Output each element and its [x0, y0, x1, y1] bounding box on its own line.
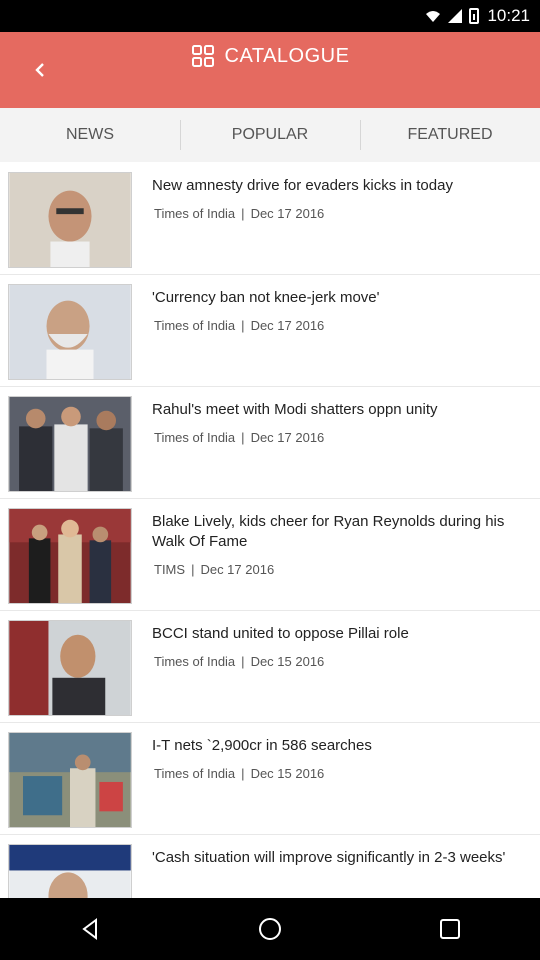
meta-separator: | [241, 654, 245, 669]
article-list[interactable]: New amnesty drive for evaders kicks in t… [0, 162, 540, 898]
article-date: Dec 17 2016 [200, 562, 275, 577]
article-headline: Blake Lively, kids cheer for Ryan Reynol… [152, 513, 505, 550]
article-headline: BCCI stand united to oppose Pillai role [152, 625, 409, 642]
grid-icon [191, 45, 214, 67]
title-wrap: CATALOGUE [0, 44, 540, 68]
article-thumbnail [8, 396, 132, 492]
tab-bar: NEWS POPULAR FEATURED [0, 108, 540, 162]
wifi-icon [426, 11, 441, 22]
article-date: Dec 17 2016 [250, 318, 325, 333]
article-source: TIMS [154, 562, 186, 577]
article-thumbnail [8, 284, 132, 380]
article-date: Dec 15 2016 [250, 654, 325, 669]
app-header: CATALOGUE [0, 32, 540, 108]
nav-recents-button[interactable] [430, 909, 470, 949]
meta-separator: | [241, 430, 245, 445]
article-date: Dec 17 2016 [250, 206, 325, 221]
meta-separator: | [241, 318, 245, 333]
page-title: CATALOGUE [224, 44, 350, 67]
article-source: Times of India [154, 430, 236, 445]
meta-separator: | [241, 206, 245, 221]
article-thumbnail [8, 620, 132, 716]
tab-news[interactable]: NEWS [0, 108, 180, 162]
article-meta: Times of India | Dec 17 2016 [154, 430, 324, 445]
tab-featured[interactable]: FEATURED [360, 108, 540, 162]
tab-popular[interactable]: POPULAR [180, 108, 360, 162]
status-icons [425, 8, 480, 24]
nav-recents-icon [440, 919, 460, 939]
meta-separator: | [241, 766, 245, 781]
article-headline: I-T nets `2,900cr in 586 searches [152, 737, 372, 754]
article-headline: New amnesty drive for evaders kicks in t… [152, 177, 453, 194]
article-date: Dec 15 2016 [250, 766, 325, 781]
article-meta: TIMS | Dec 17 2016 [154, 562, 274, 577]
article-meta: Times of India | Dec 15 2016 [154, 654, 324, 669]
article-meta: Times of India | Dec 15 2016 [154, 766, 324, 781]
article-thumbnail [8, 732, 132, 828]
article-thumbnail [8, 844, 132, 898]
nav-back-icon [82, 918, 97, 940]
article-headline: 'Cash situation will improve significant… [152, 849, 506, 866]
meta-separator: | [191, 562, 195, 577]
article-meta: Times of India | Dec 17 2016 [154, 318, 324, 333]
article-date: Dec 17 2016 [250, 430, 325, 445]
article-thumbnail [8, 172, 132, 268]
system-nav-bar [0, 898, 540, 960]
list-item[interactable]: Blake Lively, kids cheer for Ryan Reynol… [0, 498, 540, 610]
article-headline: Rahul's meet with Modi shatters oppn uni… [152, 401, 438, 418]
signal-icon [448, 9, 463, 23]
battery-icon [469, 8, 480, 24]
article-source: Times of India [154, 206, 236, 221]
status-time: 10:21 [487, 6, 530, 25]
list-item[interactable]: Rahul's meet with Modi shatters oppn uni… [0, 386, 540, 498]
list-item[interactable]: New amnesty drive for evaders kicks in t… [0, 162, 540, 274]
article-source: Times of India [154, 318, 236, 333]
article-headline: 'Currency ban not knee-jerk move' [152, 289, 380, 306]
article-source: Times of India [154, 766, 236, 781]
status-right: 10:21 [425, 0, 530, 32]
list-item[interactable]: 'Cash situation will improve significant… [0, 834, 540, 898]
article-source: Times of India [154, 654, 236, 669]
status-bar: 10:21 [0, 0, 540, 32]
nav-home-icon [259, 918, 281, 940]
article-thumbnail [8, 508, 132, 604]
list-item[interactable]: I-T nets `2,900cr in 586 searches Times … [0, 722, 540, 834]
nav-home-button[interactable] [250, 909, 290, 949]
article-meta: Times of India | Dec 17 2016 [154, 206, 324, 221]
list-item[interactable]: 'Currency ban not knee-jerk move' Times … [0, 274, 540, 386]
list-item[interactable]: BCCI stand united to oppose Pillai role … [0, 610, 540, 722]
nav-back-button[interactable] [70, 909, 110, 949]
